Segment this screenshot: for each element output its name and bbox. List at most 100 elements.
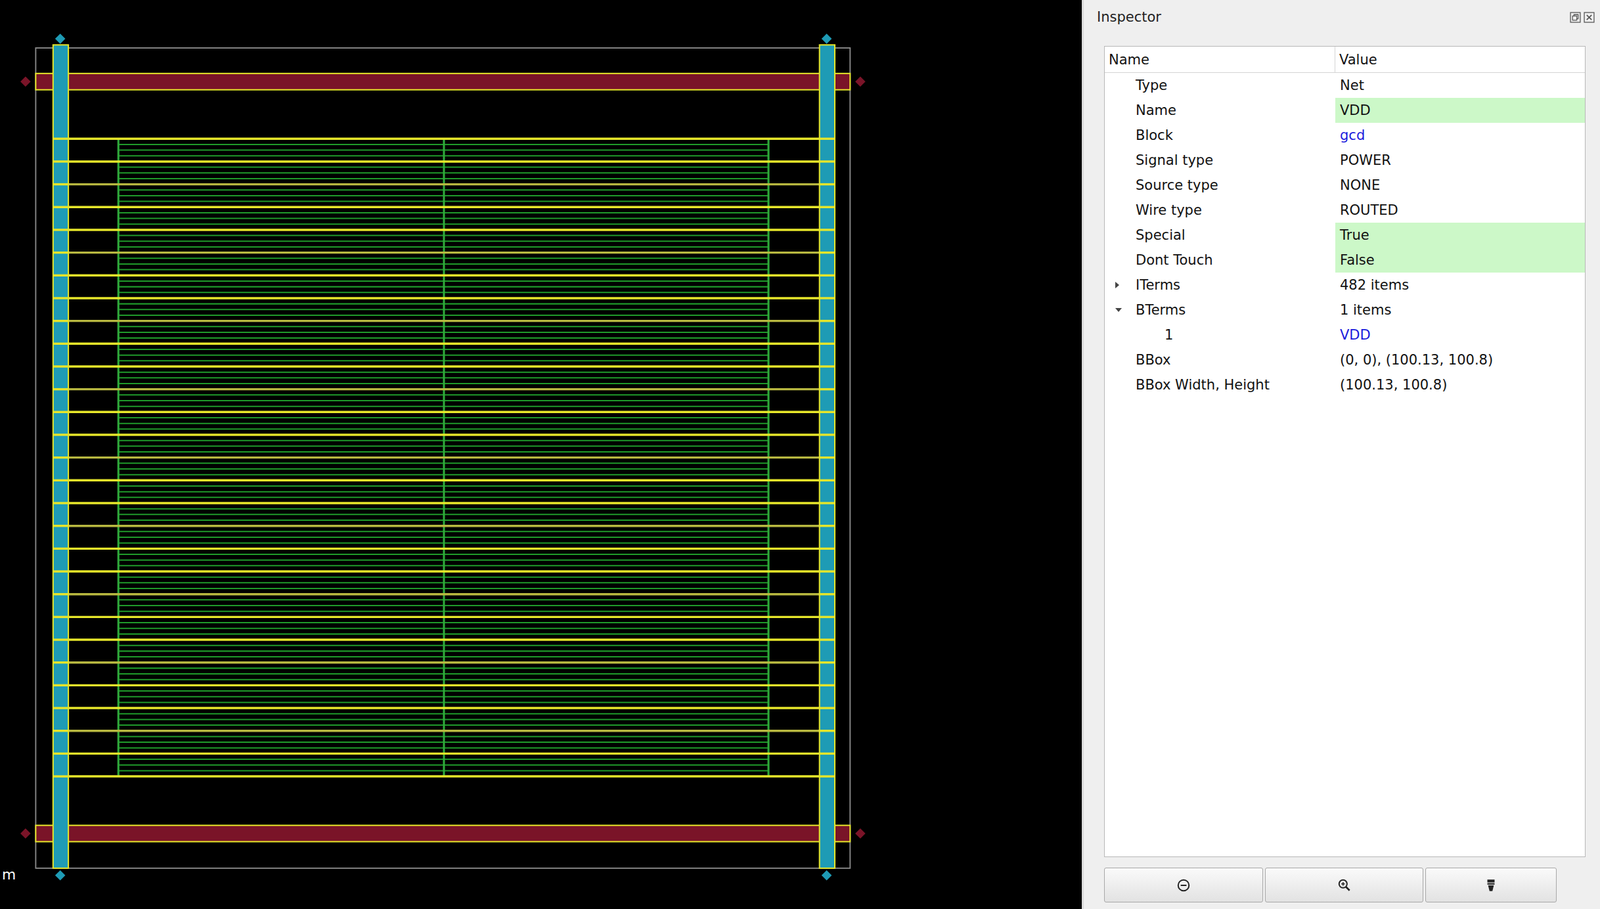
highlight-button[interactable] <box>1425 867 1557 903</box>
property-name: Signal type <box>1135 152 1214 169</box>
strap-via <box>53 616 69 619</box>
splitter[interactable] <box>1081 0 1084 909</box>
strap-via <box>53 547 69 550</box>
strap-via <box>53 661 69 664</box>
strap-via <box>53 593 69 596</box>
property-value[interactable]: False <box>1335 247 1585 273</box>
ring-bottom[interactable] <box>35 825 850 843</box>
layout-view[interactable]: m <box>0 0 1082 909</box>
property-value: (100.13, 100.8) <box>1335 372 1585 398</box>
property-row[interactable]: BBox(0, 0), (100.13, 100.8) <box>1104 347 1585 373</box>
ring-strap[interactable] <box>53 44 69 869</box>
strap-via <box>53 183 69 186</box>
highlighter-icon <box>1483 878 1499 893</box>
property-row[interactable]: Source type NONE <box>1104 172 1585 198</box>
layout-canvas[interactable]: m <box>0 0 1082 909</box>
pin-marker-icon <box>821 870 833 881</box>
strap-via <box>819 137 835 140</box>
pin-marker-icon <box>855 828 866 839</box>
property-name: ITerms <box>1135 277 1181 293</box>
zoom-in-button[interactable] <box>1265 867 1424 903</box>
property-value[interactable]: True <box>1335 222 1585 248</box>
property-value[interactable]: VDD <box>1335 97 1585 123</box>
strap-via <box>819 479 835 482</box>
property-value: 1 items <box>1335 297 1585 323</box>
close-icon[interactable] <box>1583 11 1595 23</box>
property-name: Source type <box>1135 177 1219 194</box>
strap-via <box>53 388 69 391</box>
power-rail <box>68 411 835 414</box>
power-rail <box>68 752 835 755</box>
strap-via <box>53 365 69 368</box>
strap-via <box>819 752 835 755</box>
property-row[interactable]: Blockgcd <box>1104 122 1585 148</box>
property-row[interactable]: Name VDD <box>1104 97 1585 123</box>
collapsed-arrow-icon[interactable] <box>1115 281 1120 289</box>
strap-via <box>53 274 69 277</box>
die-outline <box>35 47 850 869</box>
strap-via <box>53 228 69 231</box>
property-row[interactable]: Signal typePOWER <box>1104 147 1585 173</box>
power-rail <box>68 706 835 709</box>
pin-marker-icon <box>20 76 31 87</box>
strap-via <box>53 638 69 641</box>
power-rail <box>68 638 835 641</box>
power-rail <box>68 342 835 345</box>
strap-via <box>53 706 69 709</box>
property-value[interactable]: gcd <box>1335 122 1585 148</box>
strap-via <box>819 775 835 778</box>
power-rail <box>68 729 835 732</box>
property-name: Dont Touch <box>1135 252 1214 268</box>
pin-marker-icon <box>855 76 866 87</box>
property-name: Wire type <box>1135 202 1202 219</box>
child-row[interactable]: 1VDD <box>1104 322 1585 348</box>
strap-via <box>53 684 69 687</box>
column-header[interactable]: Name <box>1104 46 1336 73</box>
column-header[interactable]: Value <box>1335 46 1585 73</box>
strap-via <box>53 433 69 436</box>
property-name: BBox <box>1135 352 1171 368</box>
power-rail <box>68 547 835 550</box>
property-value: NONE <box>1335 172 1585 198</box>
core-rows <box>68 138 835 777</box>
pin-marker-icon <box>55 870 66 881</box>
strap-via <box>819 661 835 664</box>
property-row[interactable]: ITerms 482 items <box>1104 272 1585 298</box>
ring-top[interactable] <box>35 73 850 90</box>
strap-via <box>819 433 835 436</box>
property-row[interactable]: Wire typeROUTED <box>1104 197 1585 223</box>
scale-label: m <box>1 866 16 883</box>
property-value[interactable]: VDD <box>1335 322 1585 348</box>
power-rail <box>68 479 835 482</box>
power-rail <box>68 365 835 368</box>
property-name: Name <box>1135 102 1177 119</box>
power-rail <box>68 501 835 504</box>
power-rail <box>68 183 835 186</box>
property-row[interactable]: Dont Touch False <box>1104 247 1585 273</box>
strap-via <box>53 160 69 163</box>
power-rail <box>68 296 835 299</box>
float-icon[interactable] <box>1569 11 1581 23</box>
strap-via <box>53 137 69 140</box>
strap-via <box>53 456 69 459</box>
strap-via <box>819 684 835 687</box>
strap-via <box>819 183 835 186</box>
power-ring <box>35 44 850 869</box>
power-rail <box>68 593 835 596</box>
strap-via <box>53 342 69 345</box>
strap-via <box>53 296 69 299</box>
property-row[interactable]: BTerms1 items <box>1104 297 1585 323</box>
openroad-window: mInspectorNameValueTypeNetNameVDDBlockgc… <box>0 0 1600 909</box>
ring-strap[interactable] <box>819 44 835 869</box>
property-row[interactable]: BBox Width, Height(100.13, 100.8) <box>1104 372 1585 398</box>
expanded-arrow-icon[interactable] <box>1115 308 1122 312</box>
property-row[interactable]: TypeNet <box>1104 72 1585 98</box>
property-row[interactable]: SpecialTrue <box>1104 222 1585 248</box>
strap-via <box>819 547 835 550</box>
zoom-out-button[interactable] <box>1104 867 1264 903</box>
strap-via <box>53 729 69 732</box>
property-value: 482 items <box>1335 272 1585 298</box>
power-rail <box>68 433 835 436</box>
strap-via <box>819 729 835 732</box>
strap-via <box>53 411 69 414</box>
